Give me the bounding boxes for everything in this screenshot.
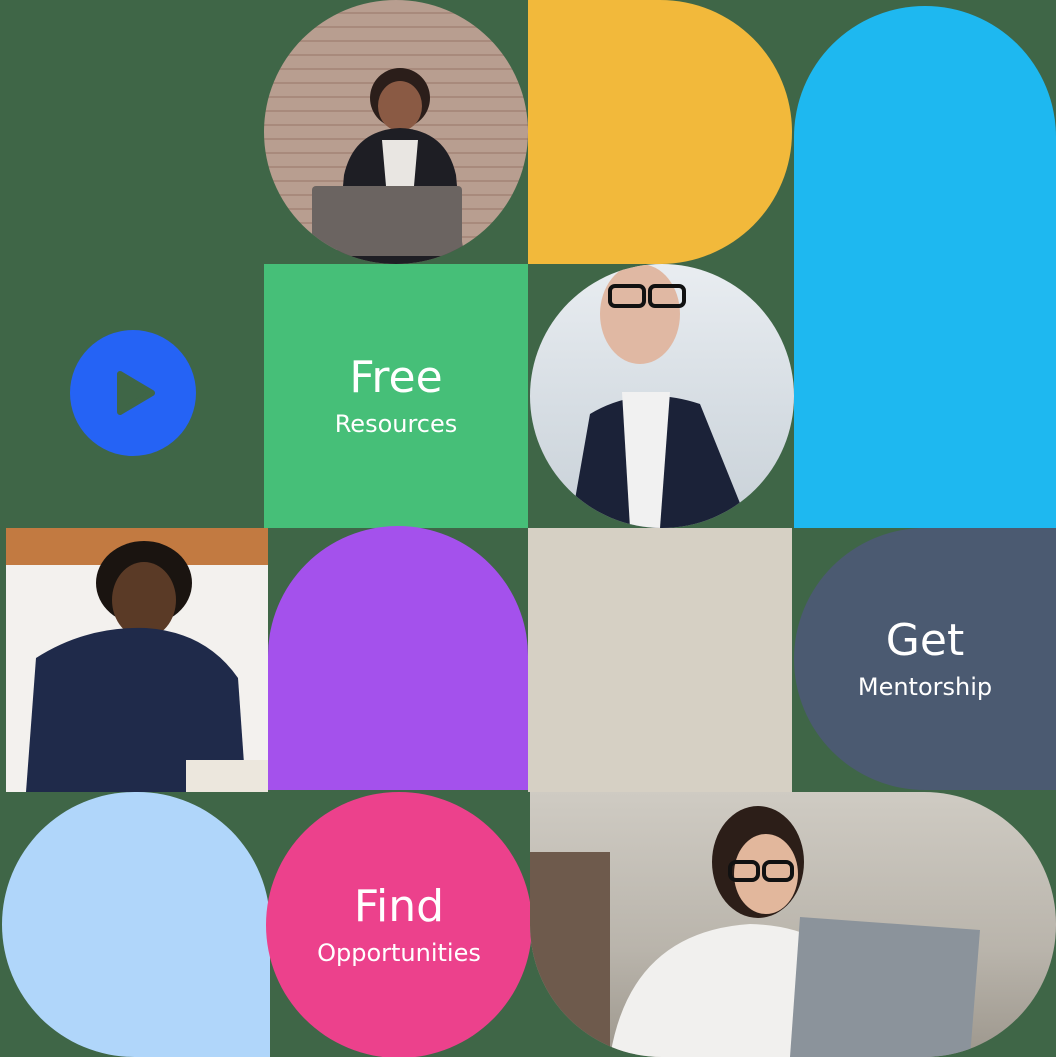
mosaic-canvas: Free Resources Get Mentorship Find Oppor… [0, 0, 1056, 1057]
man-on-phone-illustration [26, 541, 268, 792]
blue-arch-shape [794, 6, 1056, 528]
photo-man-with-glasses [530, 264, 794, 528]
photo-man-on-phone [6, 528, 268, 792]
free-resources-title: Free [349, 352, 443, 403]
get-mentorship-card[interactable]: Get Mentorship [794, 528, 1056, 790]
man-with-glasses-illustration [570, 264, 750, 528]
photo-woman-with-glasses-at-laptop [530, 792, 1056, 1057]
beige-square-shape [528, 528, 792, 792]
free-resources-card[interactable]: Free Resources [264, 264, 528, 528]
get-mentorship-subtitle: Mentorship [857, 673, 993, 701]
free-resources-subtitle: Resources [334, 410, 458, 438]
yellow-half-round-shape [528, 0, 792, 264]
find-opportunities-title: Find [353, 881, 445, 932]
light-blue-drop-shape [2, 792, 270, 1057]
woman-with-glasses-illustration [530, 806, 980, 1057]
play-video-button[interactable] [70, 330, 196, 456]
find-opportunities-subtitle: Opportunities [317, 939, 481, 967]
find-opportunities-card[interactable]: Find Opportunities [266, 792, 532, 1057]
woman-at-laptop-illustration [312, 68, 464, 264]
purple-arch-shape [268, 526, 528, 790]
photo-woman-at-laptop [264, 0, 528, 264]
play-icon [117, 371, 155, 415]
get-mentorship-title: Get [885, 615, 965, 666]
